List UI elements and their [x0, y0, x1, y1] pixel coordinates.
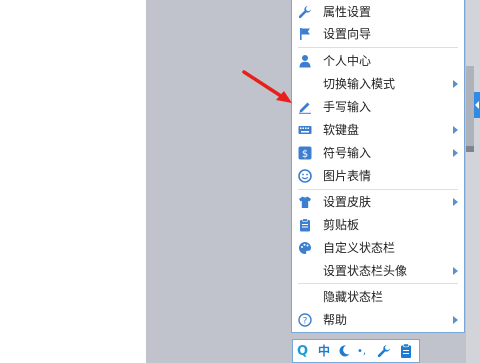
menu-item-hide-statusbar[interactable]: 隐藏状态栏 [292, 286, 464, 308]
menu-item-label: 自定义状态栏 [323, 241, 396, 255]
menu-item-properties[interactable]: 属性设置 [292, 1, 464, 23]
flag-icon [300, 28, 310, 40]
menu-item-label: 设置皮肤 [323, 195, 372, 209]
menu-item-help[interactable]: ? 帮助 [292, 309, 464, 331]
help-icon: ? [298, 313, 312, 327]
menu-item-switch-input-mode[interactable]: 切换输入模式 [292, 73, 464, 95]
submenu-arrow-icon [453, 126, 458, 134]
keyboard-icon [298, 126, 312, 134]
chinese-mode-toggle[interactable]: 中 [318, 343, 330, 360]
smiley-icon [298, 169, 312, 183]
sogou-logo-icon[interactable]: Q [297, 343, 308, 360]
menu-item-personal-center[interactable]: 个人中心 [292, 50, 464, 72]
menu-item-handwriting[interactable]: 手写输入 [292, 96, 464, 118]
context-menu: 属性设置 设置向导 个人中心 切换输入模式 手写输入 软键盘 $ 符号输入 图片… [291, 0, 465, 333]
collapse-tab[interactable] [474, 92, 480, 118]
ime-status-bar: Q 中 •, [292, 339, 420, 363]
menu-item-symbol-input[interactable]: $ 符号输入 [292, 142, 464, 164]
clipboard-icon [300, 218, 310, 232]
menu-separator [298, 189, 458, 190]
pencil-icon [299, 102, 311, 114]
shirt-icon [299, 196, 311, 208]
menu-separator [298, 283, 458, 284]
annotation-arrow [242, 70, 292, 103]
menu-item-setup-wizard[interactable]: 设置向导 [292, 23, 464, 45]
svg-text:?: ? [303, 317, 308, 327]
scrollbar-marker [466, 146, 474, 152]
menu-item-label: 图片表情 [323, 169, 372, 183]
clipboard-icon[interactable] [399, 343, 413, 359]
menu-separator [298, 47, 458, 48]
wrench-icon[interactable] [377, 344, 391, 358]
person-icon [299, 55, 311, 68]
moon-icon[interactable] [337, 344, 351, 358]
menu-item-statusbar-avatar[interactable]: 设置状态栏头像 [292, 260, 464, 282]
wrench-icon [298, 6, 311, 19]
scrollbar-thumb[interactable] [466, 66, 474, 152]
menu-item-label: 设置向导 [323, 27, 372, 41]
dollar-icon: $ [298, 146, 312, 160]
menu-item-label: 符号输入 [323, 146, 372, 160]
menu-item-label: 手写输入 [323, 100, 372, 114]
submenu-arrow-icon [453, 80, 458, 88]
menu-item-label: 帮助 [323, 313, 348, 327]
menu-item-custom-statusbar[interactable]: 自定义状态栏 [292, 237, 464, 259]
menu-item-emoji-pictures[interactable]: 图片表情 [292, 165, 464, 187]
submenu-arrow-icon [453, 316, 458, 324]
menu-item-label: 切换输入模式 [323, 77, 396, 91]
menu-item-label: 隐藏状态栏 [323, 290, 384, 304]
menu-item-soft-keyboard[interactable]: 软键盘 [292, 119, 464, 141]
palette-icon [299, 242, 311, 254]
submenu-arrow-icon [453, 149, 458, 157]
menu-item-skin-settings[interactable]: 设置皮肤 [292, 191, 464, 213]
menu-item-label: 设置状态栏头像 [323, 264, 408, 278]
submenu-arrow-icon [453, 198, 458, 206]
punctuation-toggle[interactable]: •, [357, 343, 366, 360]
menu-item-clipboard[interactable]: 剪贴板 [292, 214, 464, 236]
submenu-arrow-icon [453, 267, 458, 275]
menu-item-label: 软键盘 [323, 123, 360, 137]
menu-item-label: 个人中心 [323, 54, 372, 68]
menu-item-label: 剪贴板 [323, 218, 360, 232]
menu-item-label: 属性设置 [323, 5, 372, 19]
right-edge-bar [466, 0, 480, 363]
svg-text:$: $ [302, 149, 308, 160]
